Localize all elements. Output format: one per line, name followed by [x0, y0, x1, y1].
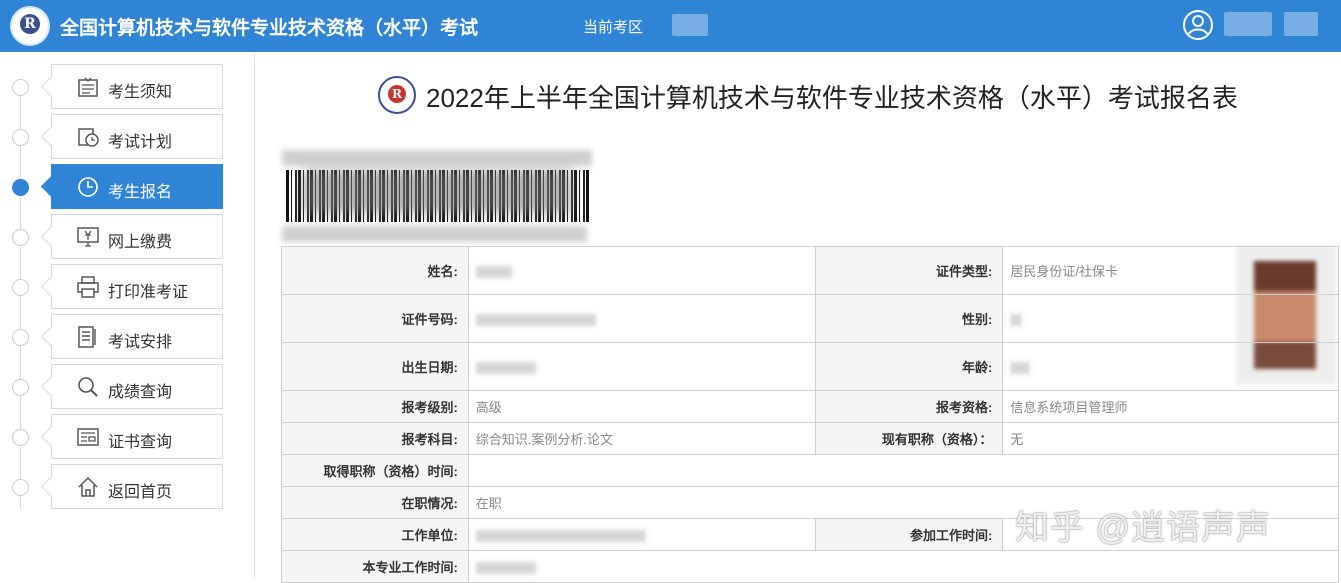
sidebar-item-print-ticket[interactable]: 打印准考证 [51, 264, 223, 309]
step-sidebar: 考生须知 考试计划 考生报名 网上缴费 打印准考证 考试安排 成绩查询 证书查询… [0, 52, 255, 579]
top-header: 全国计算机技术与软件专业技术资格（水平）考试 当前考区 [0, 0, 1341, 52]
calendar-icon [78, 128, 99, 147]
sidebar-item-label: 考试计划 [108, 134, 173, 151]
current-region-label: 当前考区 [583, 19, 644, 36]
exam-logo-icon [10, 6, 50, 46]
sidebar-item-certificate-query[interactable]: 证书查询 [51, 414, 223, 459]
id-number-label: 证件号码: [281, 294, 469, 343]
step-dot [12, 329, 29, 346]
sidebar-item-score-query[interactable]: 成绩查询 [51, 364, 223, 409]
age-value-redacted [1002, 342, 1339, 391]
sidebar-item-registration[interactable]: 考生报名 [51, 164, 223, 209]
watermark: 知乎 @逍语声声 [1015, 509, 1271, 547]
user-avatar-icon[interactable] [1182, 9, 1214, 41]
id-number-value-redacted [467, 294, 816, 343]
table-row: 证件号码: 性别: [281, 294, 1339, 343]
table-row: 取得职称（资格）时间: [281, 454, 1340, 487]
step-dot [12, 79, 29, 96]
work-start-label: 参加工作时间: [814, 518, 1004, 551]
sidebar-item-label: 打印准考证 [108, 284, 189, 301]
sidebar-item-payment[interactable]: 网上缴费 [51, 214, 223, 259]
username-redacted-2 [1284, 12, 1318, 36]
sidebar-item-label: 网上缴费 [108, 234, 173, 251]
table-row: 本专业工作时间: [281, 550, 1340, 583]
subjects-value: 综合知识.案例分析.论文 [467, 422, 816, 455]
table-row: 出生日期: 年龄: [281, 342, 1339, 391]
birth-date-value-redacted [467, 342, 816, 391]
employer-label: 工作单位: [281, 518, 469, 551]
sidebar-item-label: 成绩查询 [108, 384, 173, 401]
major-work-years-label: 本专业工作时间: [281, 550, 469, 583]
page-title: 2022年上半年全国计算机技术与软件专业技术资格（水平）考试报名表 [426, 83, 1238, 113]
age-label: 年龄: [814, 342, 1004, 391]
sidebar-item-exam-plan[interactable]: 考试计划 [51, 114, 223, 159]
qualification-label: 报考资格: [814, 390, 1004, 423]
table-row: 报考科目: 综合知识.案例分析.论文 现有职称（资格）： 无 [281, 422, 1339, 455]
notice-icon [78, 77, 98, 97]
professional-title-label: 现有职称（资格）： [814, 422, 1004, 455]
certificate-icon [77, 428, 99, 446]
sidebar-item-label: 返回首页 [108, 484, 173, 501]
sidebar-item-label: 考生报名 [108, 184, 173, 201]
sidebar-item-label: 证书查询 [108, 434, 173, 451]
employment-status-label: 在职情况: [281, 486, 469, 519]
sidebar-item-home[interactable]: 返回首页 [51, 464, 223, 509]
sidebar-item-label: 考试安排 [108, 334, 173, 351]
name-label: 姓名: [281, 246, 469, 295]
qualification-value: 信息系统项目管理师 [1002, 390, 1339, 423]
username-redacted[interactable] [1224, 12, 1272, 36]
birth-date-label: 出生日期: [281, 342, 469, 391]
step-dot [12, 429, 29, 446]
step-dot [12, 129, 29, 146]
table-row: 姓名: 证件类型: 居民身份证/社保卡 [281, 246, 1339, 295]
sidebar-item-notice[interactable]: 考生须知 [51, 64, 223, 109]
printer-icon [77, 276, 99, 298]
exam-logo-icon [378, 76, 416, 114]
app-title: 全国计算机技术与软件专业技术资格（水平）考试 [60, 18, 479, 39]
payment-icon [77, 227, 99, 247]
barcode-redacted [282, 150, 594, 242]
employer-value-redacted [467, 518, 816, 551]
exam-level-label: 报考级别: [281, 390, 469, 423]
major-work-years-value-redacted [467, 550, 1340, 583]
document-icon [78, 326, 96, 348]
home-icon [78, 476, 98, 497]
name-value-redacted [467, 246, 816, 295]
id-type-value: 居民身份证/社保卡 [1002, 246, 1339, 295]
region-value-redacted[interactable] [672, 14, 708, 36]
clock-icon [78, 177, 98, 197]
title-obtained-time-value [467, 454, 1340, 487]
subjects-label: 报考科目: [281, 422, 469, 455]
title-obtained-time-label: 取得职称（资格）时间: [281, 454, 469, 487]
gender-value-redacted [1002, 294, 1339, 343]
sidebar-item-label: 考生须知 [108, 84, 173, 101]
id-type-label: 证件类型: [814, 246, 1004, 295]
gender-label: 性别: [814, 294, 1004, 343]
step-dot [12, 279, 29, 296]
search-icon [78, 377, 98, 397]
professional-title-value: 无 [1002, 422, 1339, 455]
step-dot [12, 479, 29, 496]
table-row: 报考级别: 高级 报考资格: 信息系统项目管理师 [281, 390, 1339, 423]
step-dot [12, 379, 29, 396]
step-dot [12, 229, 29, 246]
step-dot-active [12, 179, 29, 196]
sidebar-item-exam-schedule[interactable]: 考试安排 [51, 314, 223, 359]
exam-level-value: 高级 [467, 390, 816, 423]
